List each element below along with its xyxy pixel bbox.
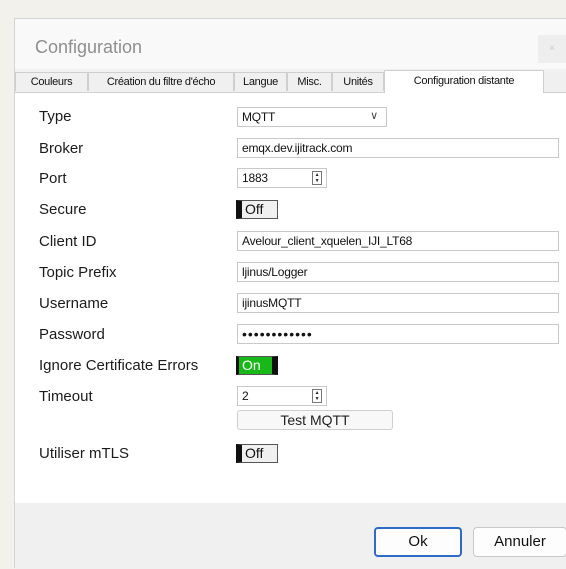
ok-button[interactable]: Ok — [374, 527, 462, 557]
port-value: 1883 — [242, 171, 268, 185]
tab-misc[interactable]: Misc. — [287, 72, 332, 91]
mtls-toggle[interactable]: Off — [236, 444, 278, 463]
timeout-stepper[interactable]: 2 ▲ ▼ — [237, 386, 327, 406]
title-bar: Configuration × — [15, 19, 566, 69]
type-label: Type — [39, 108, 72, 125]
secure-label: Secure — [39, 201, 87, 218]
broker-label: Broker — [39, 140, 84, 157]
ignore-cert-toggle[interactable]: On — [236, 356, 278, 375]
configuration-dialog: Configuration × Couleurs Création du fil… — [14, 18, 566, 569]
spinner-arrows-icon[interactable]: ▲ ▼ — [312, 389, 322, 403]
type-value: MQTT — [242, 110, 276, 124]
client-id-label: Client ID — [39, 233, 97, 250]
ignore-cert-label: Ignore Certificate Errors — [39, 357, 199, 374]
broker-input[interactable]: emqx.dev.ijitrack.com — [237, 138, 559, 158]
type-dropdown[interactable]: MQTT ∨ — [237, 107, 387, 127]
tab-unites[interactable]: Unités — [332, 72, 384, 91]
timeout-value: 2 — [242, 389, 249, 403]
tab-creation-filtre-echo[interactable]: Création du filtre d'écho — [88, 72, 234, 91]
spinner-arrows-icon[interactable]: ▲ ▼ — [312, 171, 322, 185]
username-input[interactable]: ijinusMQTT — [237, 293, 559, 313]
mtls-label: Utiliser mTLS — [39, 445, 130, 462]
test-mqtt-button[interactable]: Test MQTT — [237, 410, 393, 430]
tab-langue[interactable]: Langue — [234, 72, 287, 91]
client-id-input[interactable]: Avelour_client_xquelen_IJI_LT68 — [237, 231, 559, 251]
tab-configuration-distante[interactable]: Configuration distante — [384, 70, 544, 93]
close-icon[interactable]: × — [538, 35, 566, 63]
window-title: Configuration — [35, 37, 143, 57]
dialog-footer: Ok Annuler — [15, 503, 566, 569]
remote-config-panel: Type MQTT ∨ Broker emqx.dev.ijitrack.com… — [15, 93, 566, 503]
password-input[interactable]: •••••••••••• — [237, 324, 559, 344]
topic-prefix-input[interactable]: ljinus/Logger — [237, 262, 559, 282]
tab-couleurs[interactable]: Couleurs — [15, 72, 88, 91]
secure-toggle[interactable]: Off — [236, 200, 278, 219]
cancel-button[interactable]: Annuler — [473, 527, 566, 557]
username-label: Username — [39, 295, 109, 312]
port-stepper[interactable]: 1883 ▲ ▼ — [237, 168, 327, 188]
password-label: Password — [39, 326, 105, 343]
timeout-label: Timeout — [39, 388, 93, 405]
topic-prefix-label: Topic Prefix — [39, 264, 117, 281]
port-label: Port — [39, 170, 67, 187]
chevron-down-icon: ∨ — [370, 110, 378, 122]
tab-bar: Couleurs Création du filtre d'écho Langu… — [15, 70, 566, 93]
